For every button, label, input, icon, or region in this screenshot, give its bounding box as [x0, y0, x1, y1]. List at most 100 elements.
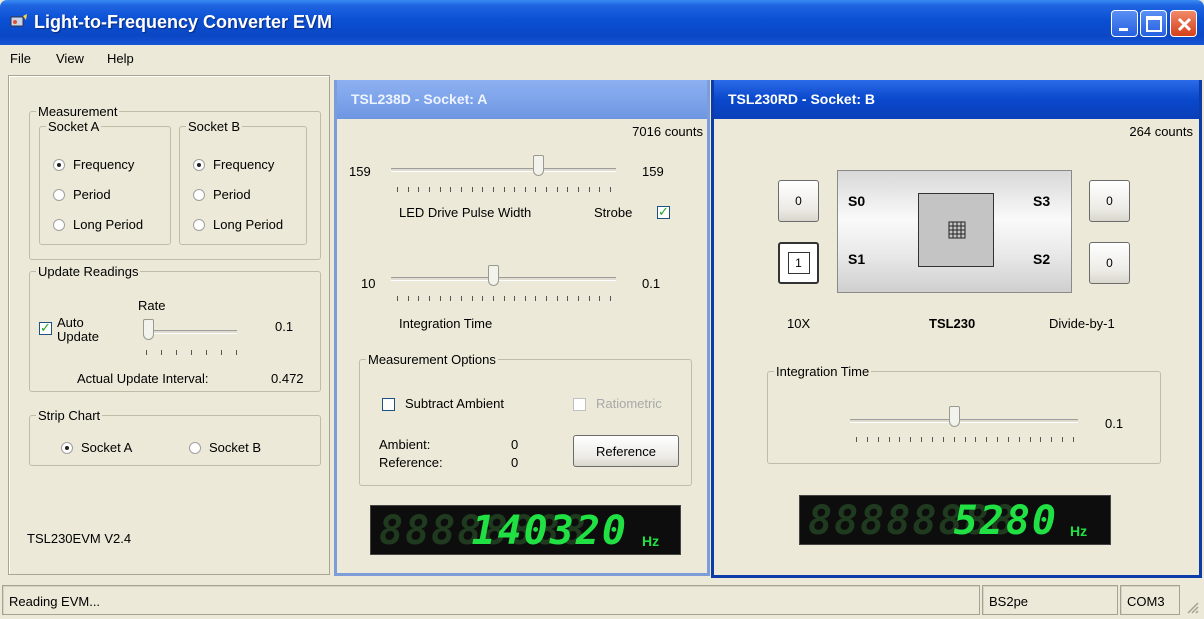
settings-panel: Measurement Socket A Socket B Frequency …: [8, 75, 330, 575]
socket-b-counts: 264 counts: [1129, 124, 1193, 139]
socket-b-frequency-radio[interactable]: Frequency: [193, 157, 274, 172]
integration-slider-ticks: [397, 296, 611, 302]
title-bar: Light-to-Frequency Converter EVM: [0, 0, 1204, 45]
socket-b-frequency-unit: Hz: [1070, 523, 1088, 539]
int-min-label: 10: [361, 276, 376, 291]
auto-update-checkbox[interactable]: [39, 320, 52, 336]
s3-label: S3: [1033, 193, 1051, 209]
chip-label: TSL230: [929, 316, 976, 331]
s1-button-value: 1: [787, 252, 810, 274]
gain-label: 10X: [787, 316, 811, 331]
socket-b-integration-slider-ticks: [856, 437, 1074, 443]
radio-dot: [193, 218, 205, 231]
status-bar: Reading EVM... BS2pe COM3: [0, 579, 1204, 619]
status-device: BS2pe: [989, 594, 1029, 609]
menu-file[interactable]: File: [10, 51, 31, 66]
radio-dot: [53, 158, 65, 171]
radio-label: Frequency: [213, 157, 275, 172]
socket-b-integration-slider-thumb[interactable]: [949, 406, 960, 427]
radio-dot: [61, 441, 73, 454]
radio-dot: [193, 188, 205, 201]
radio-label: Frequency: [73, 157, 135, 172]
socket-b-frequency-display: 88888888 5280 Hz: [799, 495, 1111, 545]
measurement-options-legend: Measurement Options: [368, 352, 496, 367]
socket-b-integration-slider-track[interactable]: [850, 419, 1078, 423]
close-button[interactable]: [1170, 10, 1197, 37]
led-slider-track[interactable]: [391, 168, 616, 172]
s0-button-value: 0: [795, 194, 802, 208]
radio-dot: [189, 441, 201, 454]
interval-label: Actual Update Interval:: [77, 371, 209, 386]
led-slider-thumb[interactable]: [533, 155, 544, 176]
led-label: LED Drive Pulse Width: [399, 205, 532, 220]
reference-button[interactable]: Reference: [573, 435, 679, 467]
ambient-label: Ambient:: [379, 437, 431, 452]
version-label: TSL230EVM V2.4: [27, 531, 132, 546]
s1-toggle-button[interactable]: 1: [778, 242, 819, 284]
s3-toggle-button[interactable]: 0: [1089, 180, 1130, 222]
socket-a-frequency-radio[interactable]: Frequency: [53, 157, 134, 172]
tsl230-chip-diagram: S0 S1 S3 S2: [837, 170, 1072, 293]
interval-value: 0.472: [271, 371, 304, 386]
socket-a-panel: TSL238D - Socket: A 7016 counts 159 159 …: [334, 80, 710, 576]
socket-b-frequency-value: 5280: [953, 498, 1058, 544]
s0-toggle-button[interactable]: 0: [778, 180, 819, 222]
s3-button-value: 0: [1106, 194, 1113, 208]
rate-value: 0.1: [275, 319, 294, 334]
auto-update-label-2: Update: [57, 329, 99, 344]
menu-bar: File View Help: [0, 45, 1204, 73]
maximize-button[interactable]: [1140, 10, 1167, 37]
socket-b-period-radio[interactable]: Period: [193, 187, 251, 202]
minimize-icon: [1119, 28, 1128, 31]
strip-socket-a-radio[interactable]: Socket A: [61, 440, 132, 455]
window-title: Light-to-Frequency Converter EVM: [34, 12, 333, 32]
status-port-cell: COM3: [1120, 585, 1180, 615]
radio-label: Long Period: [73, 217, 144, 232]
strip-socket-b-radio[interactable]: Socket B: [189, 440, 261, 455]
radio-dot: [53, 188, 65, 201]
strobe-label: Strobe: [594, 205, 633, 220]
menu-help[interactable]: Help: [107, 51, 134, 66]
subtract-ambient-checkbox[interactable]: [382, 398, 395, 411]
menu-view[interactable]: View: [56, 51, 84, 66]
s2-button-value: 0: [1106, 256, 1113, 270]
socket-a-frequency-display: 88888888 140320 Hz: [370, 505, 681, 555]
integration-slider-thumb[interactable]: [488, 265, 499, 286]
rate-label: Rate: [138, 298, 166, 313]
radio-label: Period: [213, 187, 251, 202]
rate-slider-thumb[interactable]: [143, 319, 154, 340]
ratiometric-label: Ratiometric: [596, 396, 662, 411]
strobe-checkbox[interactable]: [657, 204, 670, 220]
socket-a-long-period-radio[interactable]: Long Period: [53, 217, 143, 232]
radio-label: Long Period: [213, 217, 284, 232]
socket-b-integration-legend: Integration Time: [776, 364, 870, 379]
s1-label: S1: [848, 251, 866, 267]
update-readings-legend: Update Readings: [38, 264, 139, 279]
reference-value: 0: [511, 455, 519, 470]
s2-label: S2: [1033, 251, 1051, 267]
socket-b-panel: TSL230RD - Socket: B 264 counts 0 1 0 0 …: [711, 80, 1202, 578]
led-min-label: 159: [349, 164, 371, 179]
socket-a-frequency-unit: Hz: [642, 533, 660, 549]
rate-slider-track[interactable]: [145, 330, 237, 334]
socket-b-int-value: 0.1: [1105, 416, 1124, 431]
ratiometric-checkbox[interactable]: [573, 398, 586, 411]
status-device-cell: BS2pe: [982, 585, 1118, 615]
socket-a-counts: 7016 counts: [632, 124, 703, 139]
radio-dot: [193, 158, 205, 171]
led-value: 159: [642, 164, 664, 179]
socket-a-legend: Socket A: [48, 119, 100, 134]
integration-slider-track[interactable]: [391, 277, 616, 281]
strip-chart-group: Strip Chart: [29, 408, 321, 466]
socket-a-period-radio[interactable]: Period: [53, 187, 111, 202]
minimize-button[interactable]: [1111, 10, 1138, 37]
radio-label: Socket A: [81, 440, 133, 455]
resize-grip-icon[interactable]: [1184, 599, 1200, 615]
auto-update-label-1: Auto: [57, 315, 84, 330]
socket-b-long-period-radio[interactable]: Long Period: [193, 217, 283, 232]
s2-toggle-button[interactable]: 0: [1089, 242, 1130, 284]
ambient-value: 0: [511, 437, 519, 452]
maximize-icon: [1146, 16, 1162, 32]
status-message: Reading EVM...: [9, 594, 101, 609]
s0-label: S0: [848, 193, 866, 209]
